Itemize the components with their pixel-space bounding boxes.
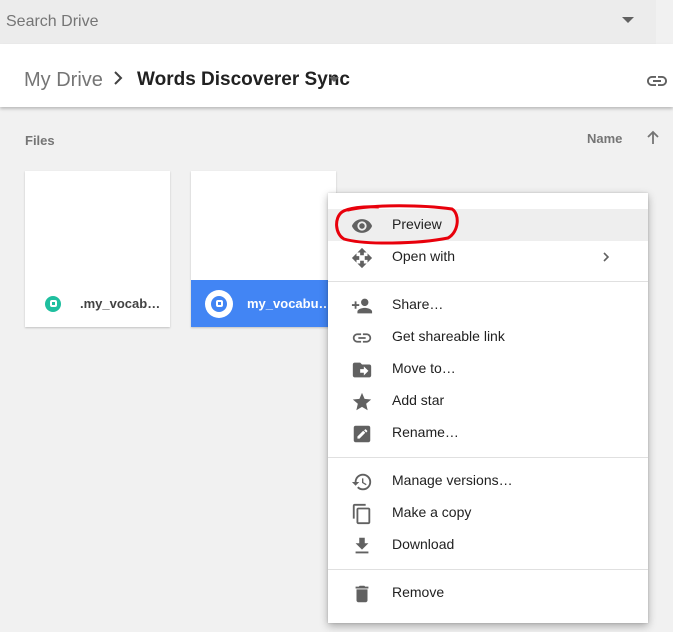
- menu-item-label: Get shareable link: [392, 328, 505, 344]
- menu-item-download[interactable]: Download: [328, 529, 648, 561]
- search-input[interactable]: [0, 0, 606, 44]
- menu-item-open-with[interactable]: Open with: [328, 241, 648, 273]
- menu-item-move-to[interactable]: Move to…: [328, 353, 648, 385]
- context-menu: Preview Open with Share… Get shareable l…: [328, 193, 648, 623]
- open-with-icon: [351, 247, 373, 269]
- file-name: my_vocabu…: [247, 296, 332, 311]
- menu-item-remove[interactable]: Remove: [328, 577, 648, 609]
- link-icon: [352, 333, 372, 343]
- menu-item-label: Download: [392, 536, 455, 552]
- menu-item-manage-versions[interactable]: Manage versions…: [328, 465, 648, 497]
- menu-divider: [328, 569, 648, 570]
- menu-item-label: Remove: [392, 584, 445, 600]
- file-card-footer: my_vocabu…: [191, 280, 336, 327]
- folder-menu-caret-icon[interactable]: [329, 77, 339, 82]
- menu-item-label: Open with: [392, 248, 456, 264]
- download-icon: [355, 537, 369, 554]
- file-card-selected[interactable]: my_vocabu…: [191, 171, 336, 327]
- menu-item-get-link[interactable]: Get shareable link: [328, 321, 648, 353]
- menu-item-label: Share…: [392, 296, 444, 312]
- files-section-label: Files: [25, 133, 55, 148]
- breadcrumb-my-drive[interactable]: My Drive: [24, 69, 103, 92]
- add-person-icon: [351, 298, 373, 314]
- menu-item-label: Move to…: [392, 360, 456, 376]
- link-icon[interactable]: [645, 69, 669, 93]
- chevron-right-icon: [603, 252, 610, 262]
- menu-item-make-copy[interactable]: Make a copy: [328, 497, 648, 529]
- menu-item-label: Rename…: [392, 424, 459, 440]
- star-icon: [352, 392, 372, 411]
- chevron-right-icon: [114, 71, 123, 85]
- history-icon: [351, 473, 372, 491]
- menu-item-rename[interactable]: Rename…: [328, 417, 648, 449]
- menu-item-add-star[interactable]: Add star: [328, 385, 648, 417]
- copy-icon: [352, 503, 371, 525]
- breadcrumb: My Drive Words Discoverer Sync: [0, 44, 673, 107]
- menu-divider: [328, 457, 648, 458]
- app-file-icon: [205, 289, 233, 318]
- menu-item-preview[interactable]: Preview: [328, 209, 648, 241]
- arrow-up-icon[interactable]: [645, 130, 661, 146]
- search-bar: [0, 0, 656, 44]
- menu-item-label: Manage versions…: [392, 472, 513, 488]
- menu-item-label: Make a copy: [392, 504, 472, 520]
- rename-icon: [353, 425, 371, 443]
- app-file-icon: [45, 295, 61, 312]
- file-card[interactable]: .my_vocab…: [25, 171, 170, 327]
- file-thumbnail: [191, 171, 336, 280]
- menu-divider: [328, 281, 648, 282]
- sort-by-name-button[interactable]: Name: [587, 131, 622, 146]
- move-folder-icon: [352, 362, 372, 378]
- menu-item-label: Preview: [392, 216, 442, 232]
- eye-icon: [351, 219, 373, 233]
- file-thumbnail: [25, 171, 170, 280]
- file-name: .my_vocab…: [80, 296, 161, 311]
- breadcrumb-current-folder[interactable]: Words Discoverer Sync: [137, 69, 350, 91]
- search-options-dropdown-icon[interactable]: [622, 17, 634, 23]
- file-card-footer: .my_vocab…: [25, 280, 170, 327]
- menu-item-label: Add star: [392, 392, 445, 408]
- menu-item-share[interactable]: Share…: [328, 289, 648, 321]
- trash-icon: [355, 585, 369, 603]
